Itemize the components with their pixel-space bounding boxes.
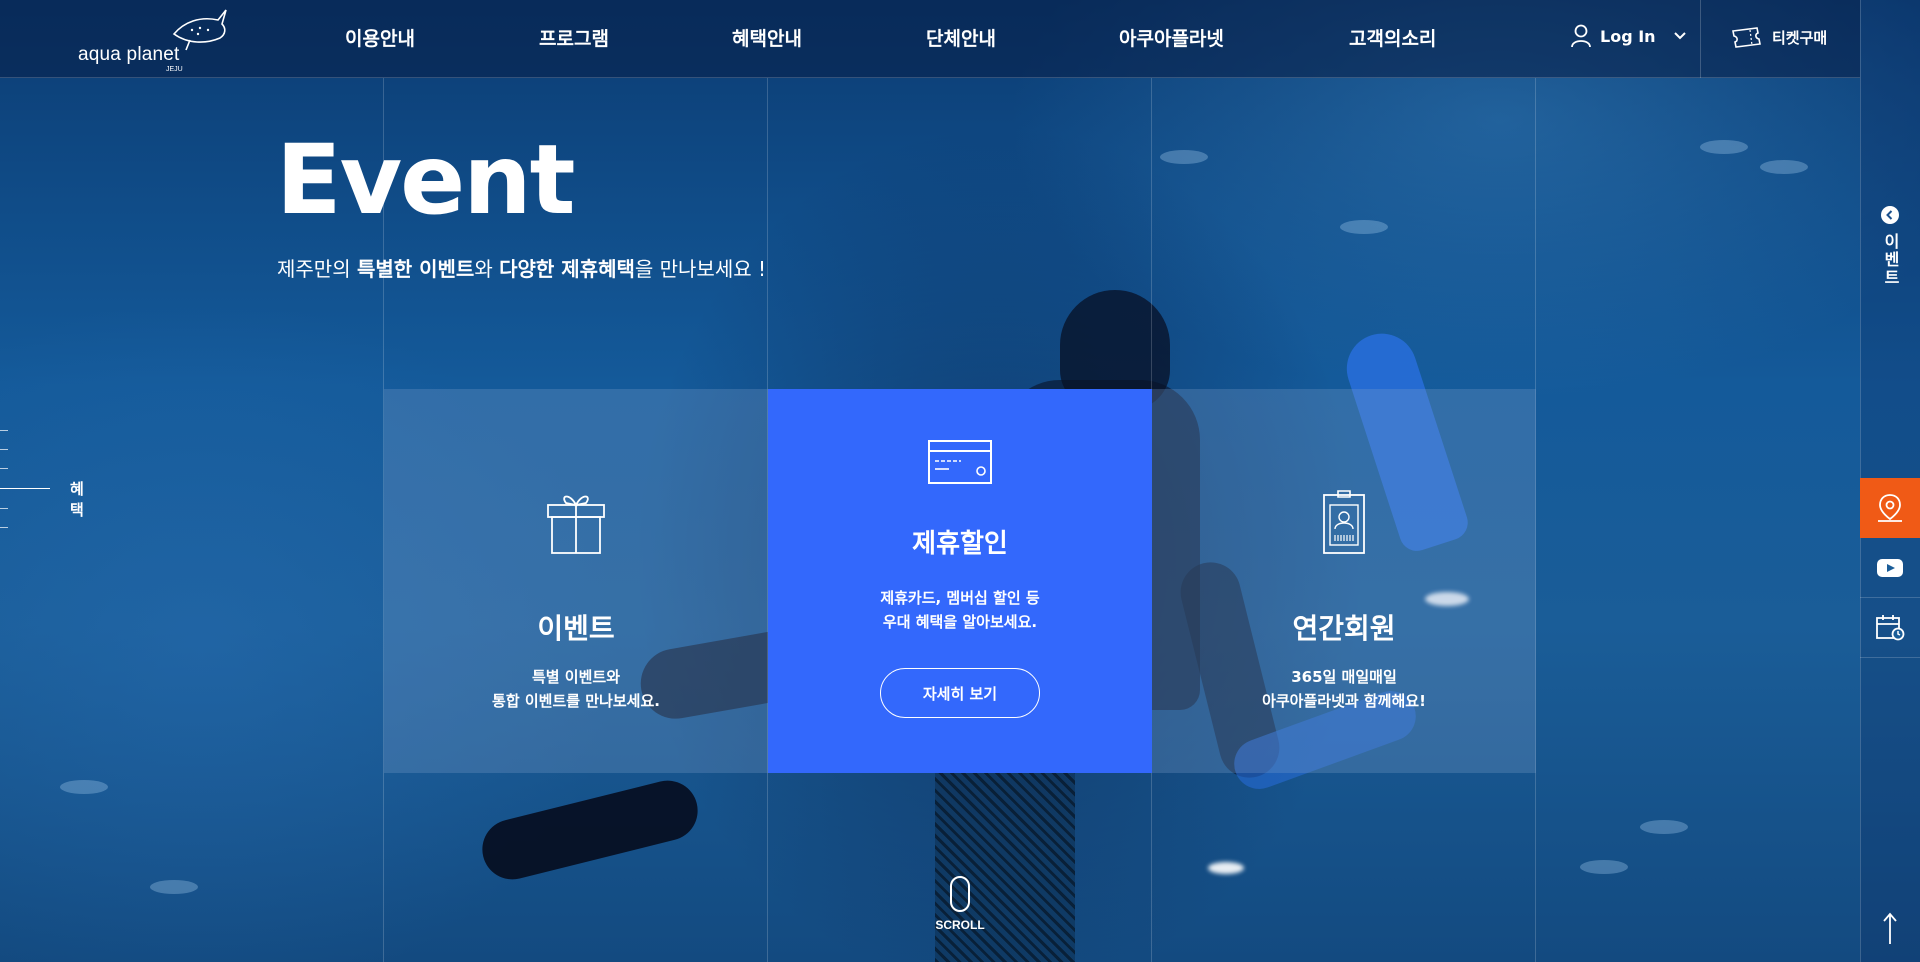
partner-discount-card[interactable]: 제휴할인 제휴카드, 멤버십 할인 등 우대 혜택을 알아보세요. 자세히 보기 xyxy=(768,389,1152,773)
nav-item-program[interactable]: 프로그램 xyxy=(539,24,609,54)
card-desc-line: 제휴카드, 멤버십 할인 등 xyxy=(880,589,1040,607)
event-card[interactable]: 이벤트 특별 이벤트와 통합 이벤트를 만나보세요. xyxy=(384,389,768,773)
gift-icon xyxy=(547,495,605,554)
fish-decor xyxy=(60,780,108,794)
arrow-up-icon xyxy=(1883,912,1897,944)
location-button[interactable] xyxy=(1860,478,1920,538)
calendar-icon xyxy=(1876,614,1905,640)
nav-label[interactable]: 단체안내 xyxy=(926,28,996,50)
subtitle-emphasis: 특별한 이벤트 xyxy=(356,257,475,281)
nav-label[interactable]: 아쿠아플라넷 xyxy=(1119,28,1224,50)
logo-sub: JEJU xyxy=(166,66,183,73)
member-card-icon xyxy=(1323,490,1365,554)
sidebar-event-label: 이벤트 xyxy=(1881,233,1900,287)
nav-item-aquaplanet[interactable]: 아쿠아플라넷 xyxy=(1119,24,1224,54)
nav-item-usage[interactable]: 이용안내 xyxy=(345,24,415,54)
fish-decor xyxy=(1340,220,1388,234)
login-label: Log In xyxy=(1600,26,1656,46)
fish-decor xyxy=(150,880,198,894)
view-details-button[interactable]: 자세히 보기 xyxy=(880,668,1040,718)
scroll-to-top-button[interactable] xyxy=(1878,912,1902,950)
card-title: 제휴할인 xyxy=(912,529,1008,559)
diver-fin xyxy=(476,774,704,886)
indicator-tick[interactable] xyxy=(0,468,8,469)
indicator-tick[interactable] xyxy=(0,527,8,528)
card-desc-line: 특별 이벤트와 xyxy=(531,668,620,686)
youtube-icon xyxy=(1877,558,1903,577)
nav-label[interactable]: 프로그램 xyxy=(539,28,609,50)
card-desc-line: 아쿠아플라넷과 함께해요! xyxy=(1262,692,1426,710)
card-description: 특별 이벤트와 통합 이벤트를 만나보세요. xyxy=(492,665,660,713)
map-pin-icon xyxy=(1878,494,1902,522)
chevron-left-circle-icon xyxy=(1881,206,1899,224)
user-icon xyxy=(1571,24,1591,48)
indicator-tick[interactable] xyxy=(0,430,8,431)
subtitle-text: 을 만나보세요 ! xyxy=(634,257,767,281)
fish-decor xyxy=(1640,820,1688,834)
page-title: Event xyxy=(276,124,575,236)
login-button[interactable]: Log In xyxy=(1570,24,1686,48)
credit-card-icon xyxy=(928,440,992,484)
nav-item-customer[interactable]: 고객의소리 xyxy=(1349,24,1436,54)
card-description: 365일 매일매일 아쿠아플라넷과 함께해요! xyxy=(1262,665,1426,713)
indicator-tick[interactable] xyxy=(0,449,8,450)
sidebar-event-toggle[interactable]: 이벤트 xyxy=(1860,205,1920,295)
site-header: aqua planet JEJU 이용안내 프로그램 혜택안내 단체안내 아쿠아… xyxy=(0,0,1860,78)
card-desc-line: 365일 매일매일 xyxy=(1291,668,1397,686)
logo-text: aqua planet xyxy=(78,44,180,65)
site-logo[interactable]: aqua planet JEJU xyxy=(78,4,228,74)
header-divider xyxy=(1700,0,1701,78)
chevron-down-icon xyxy=(1673,32,1686,40)
card-title: 이벤트 xyxy=(537,612,615,645)
nav-item-benefits[interactable]: 혜택안내 xyxy=(732,24,802,54)
nav-label[interactable]: 고객의소리 xyxy=(1349,28,1436,50)
scroll-label: SCROLL xyxy=(935,918,985,932)
indicator-active-line[interactable] xyxy=(0,488,50,489)
annual-member-card[interactable]: 연간회원 365일 매일매일 아쿠아플라넷과 함께해요! xyxy=(1152,389,1536,773)
calendar-button[interactable] xyxy=(1860,598,1920,658)
ticket-icon xyxy=(1732,27,1761,48)
nav-label[interactable]: 혜택안내 xyxy=(732,28,802,50)
ticket-label: 티켓구매 xyxy=(1772,28,1828,47)
subtitle-emphasis: 다양한 제휴혜택 xyxy=(499,257,635,281)
light-reflection xyxy=(1208,862,1244,874)
fish-decor xyxy=(1700,140,1748,154)
card-desc-line: 우대 혜택을 알아보세요. xyxy=(882,613,1038,631)
card-desc-line: 통합 이벤트를 만나보세요. xyxy=(492,692,660,710)
indicator-tick[interactable] xyxy=(0,508,8,509)
page-subtitle: 제주만의 특별한 이벤트와 다양한 제휴혜택을 만나보세요 ! xyxy=(277,253,766,282)
mouse-icon xyxy=(950,876,970,912)
card-title: 연간회원 xyxy=(1292,612,1396,645)
subtitle-text: 와 xyxy=(474,257,500,281)
fish-decor xyxy=(1580,860,1628,874)
fish-decor xyxy=(1160,150,1208,164)
nav-label[interactable]: 이용안내 xyxy=(345,28,415,50)
nav-item-group[interactable]: 단체안내 xyxy=(926,24,996,54)
youtube-button[interactable] xyxy=(1860,538,1920,598)
scroll-indicator[interactable]: SCROLL xyxy=(935,876,985,932)
fish-decor xyxy=(1760,160,1808,174)
indicator-active-label: 혜택 xyxy=(70,480,84,519)
ticket-purchase-button[interactable]: 티켓구매 xyxy=(1730,26,1827,48)
card-description: 제휴카드, 멤버십 할인 등 우대 혜택을 알아보세요. xyxy=(880,586,1039,634)
subtitle-text: 제주만의 xyxy=(277,257,357,281)
